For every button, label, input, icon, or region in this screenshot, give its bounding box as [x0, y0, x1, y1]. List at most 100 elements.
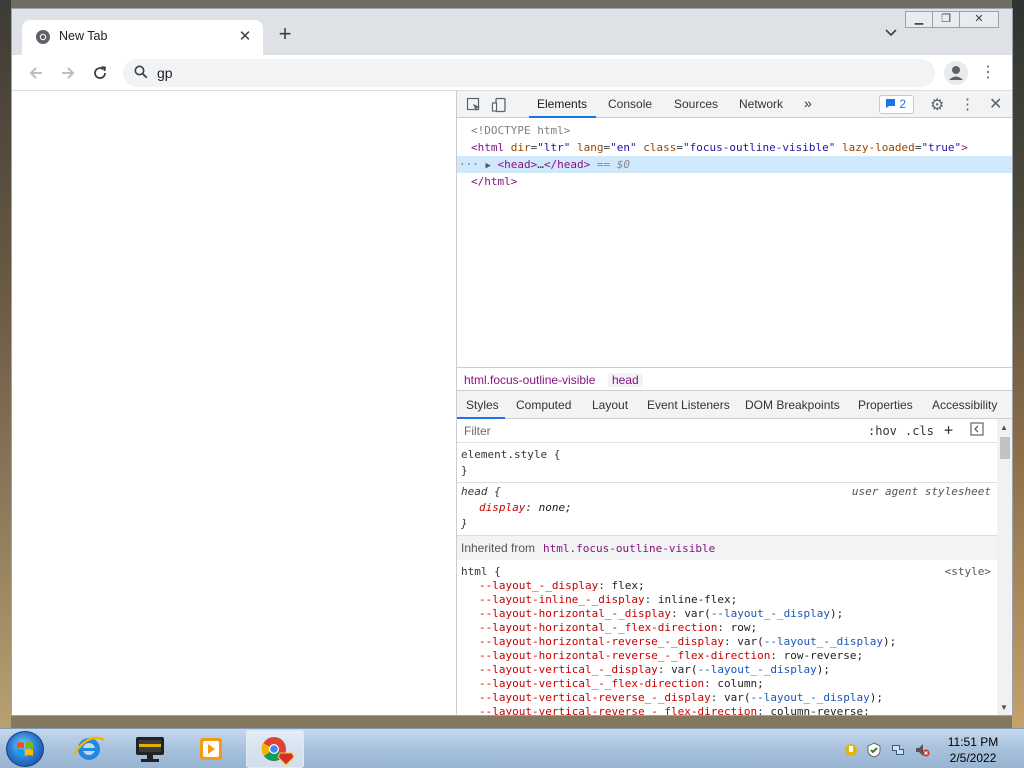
attr-name: lazy-loaded — [841, 141, 915, 154]
chrome-menu-icon[interactable]: ⋮ — [980, 62, 996, 82]
tab-accessibility[interactable]: Accessibility — [932, 398, 997, 412]
css-property-line[interactable]: --layout-vertical_-_display: var(--layou… — [479, 663, 830, 677]
tab-layout[interactable]: Layout — [592, 398, 628, 412]
close-window-button[interactable]: ✕ — [959, 11, 999, 28]
dom-html-line[interactable]: <html dir="ltr" lang="en" class="focus-o… — [457, 139, 1012, 156]
tab-elements[interactable]: Elements — [537, 97, 587, 111]
device-toolbar-icon[interactable] — [491, 97, 507, 113]
devtools-menu-icon[interactable]: ⋮ — [960, 95, 975, 113]
inspect-element-icon[interactable] — [466, 97, 482, 113]
attr-name: class — [643, 141, 677, 154]
css-var-link[interactable]: --layout_-_display — [764, 635, 883, 648]
breadcrumb-head[interactable]: head — [608, 373, 643, 387]
taskbar-internet-explorer[interactable] — [60, 730, 118, 768]
css-property-line[interactable]: --layout-horizontal_-_display: var(--lay… — [479, 607, 843, 621]
prop-name: --layout-vertical-reverse_-_flex-directi… — [479, 705, 758, 716]
head-rule-close: } — [461, 517, 468, 530]
hov-toggle[interactable]: :hov — [868, 424, 897, 438]
scroll-up-icon[interactable]: ▲ — [1000, 423, 1008, 432]
html-open-tag: <html — [471, 141, 505, 154]
tab-new-tab[interactable]: New Tab ✕ — [22, 20, 263, 55]
volume-muted-icon[interactable] — [914, 742, 930, 758]
css-property-line[interactable]: --layout-vertical-reverse_-_flex-directi… — [479, 705, 870, 716]
minimize-button[interactable]: ▁ — [905, 11, 933, 28]
reload-icon[interactable] — [88, 61, 112, 85]
network-icon[interactable] — [890, 742, 906, 758]
html-rule-source-link[interactable]: <style> — [945, 565, 991, 578]
expand-triangle-icon[interactable]: ▶ — [486, 161, 491, 171]
tab-close-icon[interactable]: ✕ — [236, 27, 254, 45]
chrome-icon — [261, 737, 295, 766]
css-var-link[interactable]: --layout_-_display — [711, 607, 830, 620]
css-property-line[interactable]: --layout_-_display: flex; — [479, 579, 645, 593]
tab-title: New Tab — [59, 29, 108, 43]
media-player-icon — [200, 738, 222, 760]
profile-avatar-button[interactable] — [944, 61, 968, 85]
restore-button[interactable]: ❐ — [932, 11, 960, 28]
prop-value: var( — [737, 635, 764, 648]
devtools-tabbar: Elements Console Sources Network » 2 ⚙ ⋮… — [457, 91, 1012, 118]
prop-name: display — [479, 501, 526, 514]
css-var-link[interactable]: --layout_-_display — [698, 663, 817, 676]
scroll-thumb[interactable] — [1000, 437, 1010, 459]
inherited-selector-link[interactable]: html.focus-outline-visible — [543, 542, 715, 555]
tab-styles[interactable]: Styles — [466, 398, 499, 412]
styles-scrollbar[interactable]: ▲ ▼ — [997, 419, 1012, 715]
start-button[interactable] — [6, 731, 44, 767]
system-clock[interactable]: 11:51 PM 2/5/2022 — [938, 734, 1008, 766]
more-tabs-button[interactable]: » — [804, 95, 812, 111]
address-bar[interactable]: gp — [123, 59, 935, 87]
css-property-line[interactable]: --layout-vertical_-_flex-direction: colu… — [479, 677, 764, 691]
new-rule-button[interactable]: + — [944, 421, 953, 439]
css-property-line[interactable]: --layout-vertical-reverse_-_display: var… — [479, 691, 883, 705]
dom-line-dots[interactable]: ··· — [459, 158, 479, 171]
tab-network[interactable]: Network — [739, 97, 783, 111]
tab-event-listeners[interactable]: Event Listeners — [647, 398, 730, 412]
attr-value: "en" — [610, 141, 637, 154]
css-var-link[interactable]: --layout_-_display — [751, 691, 870, 704]
breadcrumb-html[interactable]: html.focus-outline-visible — [464, 373, 595, 387]
element-style-selector[interactable]: element.style { — [461, 448, 560, 462]
tab-properties[interactable]: Properties — [858, 398, 913, 412]
css-property-line[interactable]: --layout-inline_-_display: inline-flex; — [479, 593, 737, 607]
action-center-icon[interactable] — [866, 742, 882, 758]
taskbar-media-app[interactable] — [121, 730, 179, 768]
dom-doctype-line[interactable]: <!DOCTYPE html> — [457, 122, 1012, 139]
dom-head-line[interactable]: ··· ▶ <head>…</head> == $0 — [457, 156, 1012, 173]
cls-toggle[interactable]: .cls — [905, 424, 934, 438]
tab-dom-breakpoints[interactable]: DOM Breakpoints — [745, 398, 840, 412]
prop-name: --layout-horizontal_-_display — [479, 607, 672, 620]
inherited-label: Inherited from — [461, 541, 536, 555]
prop-value: ); — [816, 663, 831, 676]
css-property-line[interactable]: --layout-horizontal_-_flex-direction: ro… — [479, 621, 757, 635]
styles-filter-input[interactable] — [459, 421, 859, 441]
selected-node-marker: == $0 — [596, 158, 631, 171]
issues-count: 2 — [899, 97, 907, 111]
taskbar-media-player[interactable] — [182, 730, 240, 768]
tab-sources[interactable]: Sources — [674, 97, 718, 111]
taskbar-chrome[interactable] — [246, 730, 304, 768]
settings-gear-icon[interactable]: ⚙ — [930, 95, 944, 115]
search-icon — [134, 65, 148, 79]
prop-value: var( — [671, 663, 698, 676]
address-text: gp — [157, 65, 173, 81]
html-rule-selector[interactable]: html { — [461, 565, 501, 579]
new-tab-button[interactable]: + — [274, 23, 296, 46]
forward-arrow-icon[interactable] — [56, 61, 80, 85]
toggle-sidebar-icon[interactable] — [970, 422, 984, 439]
tab-computed[interactable]: Computed — [516, 398, 571, 412]
css-property-line[interactable]: --layout-horizontal-reverse_-_display: v… — [479, 635, 896, 649]
back-arrow-icon[interactable] — [24, 61, 48, 85]
tab-console[interactable]: Console — [608, 97, 652, 111]
css-property-line[interactable]: --layout-horizontal-reverse_-_flex-direc… — [479, 649, 863, 663]
scroll-down-icon[interactable]: ▼ — [1000, 703, 1008, 712]
dom-html-close-line[interactable]: </html> — [457, 173, 1012, 190]
head-rule-selector[interactable]: head { — [461, 485, 501, 499]
head-ellipsis[interactable]: … — [537, 158, 544, 171]
prop-name: --layout-horizontal-reverse_-_flex-direc… — [479, 649, 771, 662]
head-rule-property[interactable]: display: none; — [479, 501, 572, 515]
issues-button[interactable]: 2 — [879, 95, 914, 114]
tab-search-chevron-icon[interactable] — [885, 26, 897, 40]
network-status-icon[interactable] — [843, 742, 859, 758]
close-devtools-icon[interactable]: ✕ — [989, 94, 1002, 114]
